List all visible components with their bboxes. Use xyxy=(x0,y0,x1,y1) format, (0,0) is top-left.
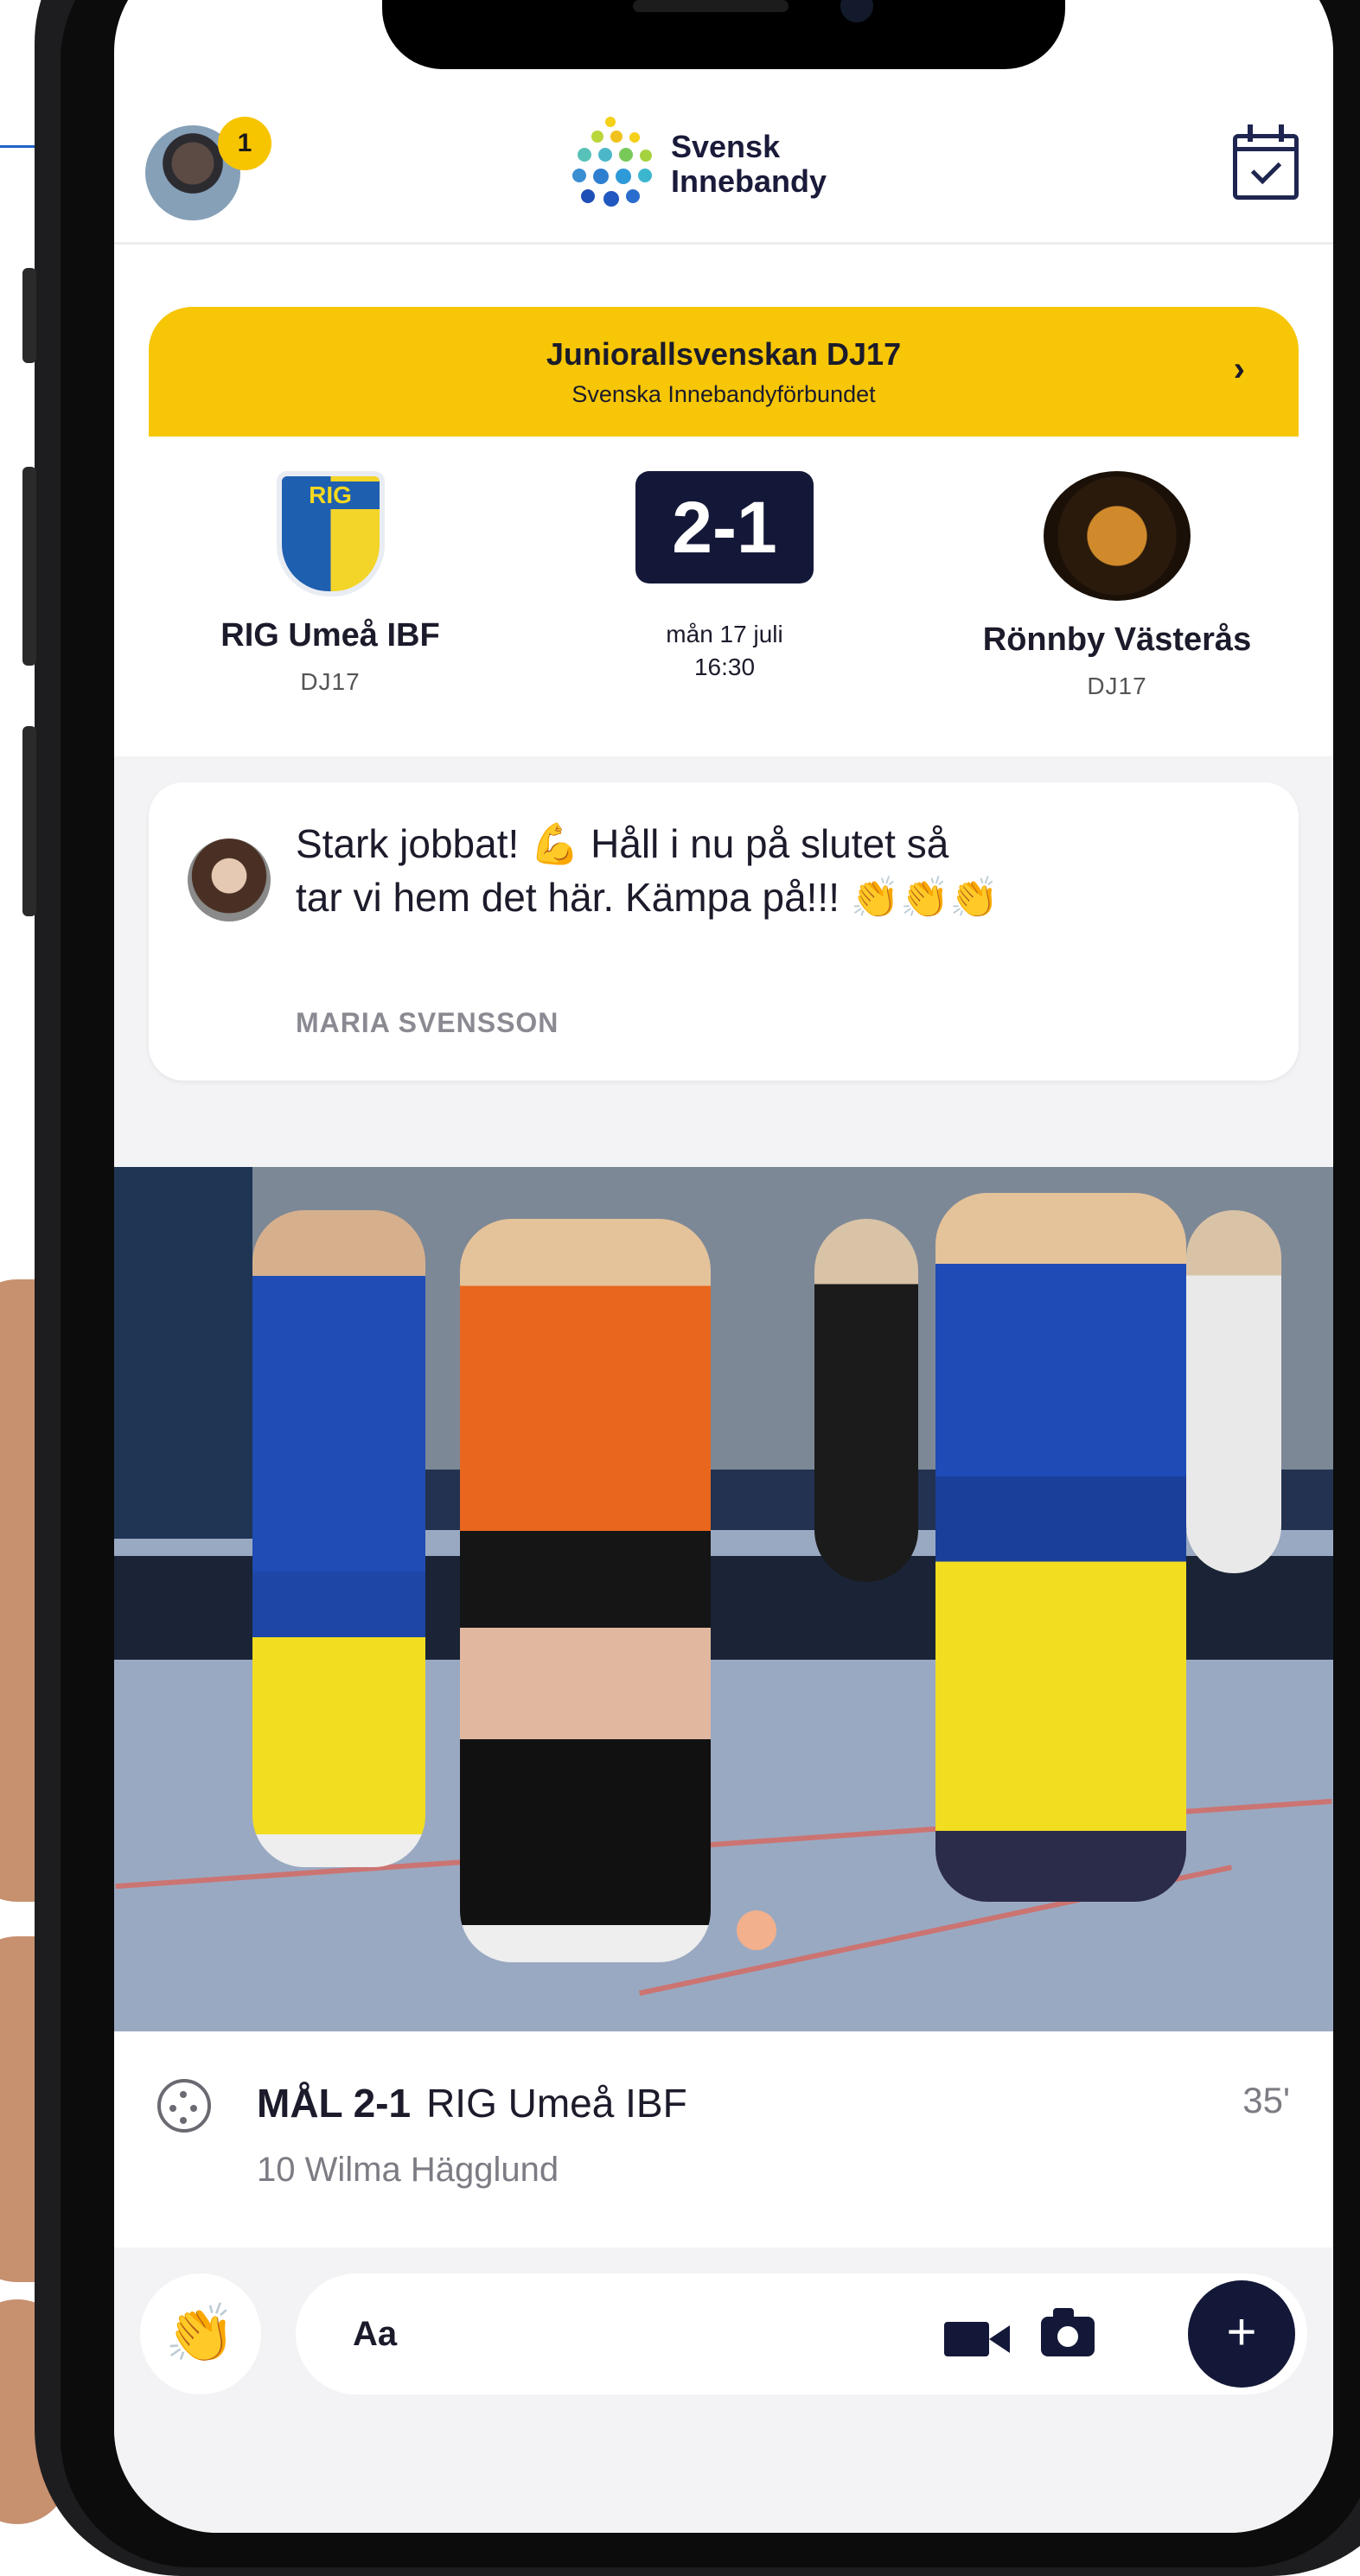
floorball-icon xyxy=(157,2079,211,2133)
match-photo[interactable] xyxy=(114,1167,1333,2031)
match-time: 16:30 xyxy=(693,654,756,680)
crest-text: RIG xyxy=(281,481,380,509)
photo-player-orange xyxy=(460,1219,711,1962)
message-bar: 👏 Aa + xyxy=(114,2248,1333,2533)
logo-text-line1: Svensk xyxy=(671,129,781,164)
camera-icon[interactable] xyxy=(1041,2308,1095,2356)
photo-wall xyxy=(114,1167,252,1539)
message-input[interactable]: Aa + xyxy=(296,2273,1307,2394)
home-team-division: DJ17 xyxy=(300,668,361,695)
message-placeholder: Aa xyxy=(353,2315,398,2353)
match-score: 2-1 xyxy=(635,471,814,583)
commenter-avatar[interactable] xyxy=(188,838,271,921)
app-screen: 1 Svensk Innebandy Juniorallsvenskan DJ1… xyxy=(114,0,1333,2533)
photo-player-blue xyxy=(252,1210,425,1867)
event-player: 10 Wilma Hägglund xyxy=(257,2151,559,2189)
away-team-name: Rönnby Västerås xyxy=(982,622,1252,658)
plus-icon[interactable]: + xyxy=(1188,2280,1295,2388)
calendar-check-icon[interactable] xyxy=(1233,124,1299,200)
away-team[interactable]: Rönnby Västerås DJ17 xyxy=(944,471,1290,700)
phone-side-button xyxy=(22,268,36,363)
league-title: Juniorallsvenskan DJ17 xyxy=(546,336,902,372)
phone-side-button xyxy=(22,467,36,666)
away-team-division: DJ17 xyxy=(1087,673,1147,699)
event-team: RIG Umeå IBF xyxy=(426,2081,687,2126)
photo-player-blue xyxy=(935,1193,1186,1902)
floorball-ball xyxy=(737,1910,776,1950)
phone-side-button xyxy=(22,726,36,916)
rig-umea-crest-icon: RIG xyxy=(276,471,385,596)
home-team-name: RIG Umeå IBF xyxy=(220,617,440,654)
match-date: mån 17 juli xyxy=(666,621,783,647)
league-banner[interactable]: Juniorallsvenskan DJ17 Svenska Innebandy… xyxy=(149,307,1299,437)
video-camera-icon[interactable] xyxy=(944,2322,1010,2356)
header-divider xyxy=(114,242,1333,245)
chevron-right-icon: › xyxy=(1233,350,1245,388)
event-type: MÅL 2-1 xyxy=(257,2081,412,2126)
comment-author: MARIA SVENSSON xyxy=(296,1007,559,1038)
logo-text-line2: Innebandy xyxy=(671,163,827,199)
notification-badge: 1 xyxy=(218,117,271,170)
app-header: 1 Svensk Innebandy xyxy=(114,0,1333,242)
comment-line-1: Stark jobbat! 💪 Håll i nu på slutet så xyxy=(296,821,949,866)
match-summary: RIG RIG Umeå IBF DJ17 2-1 mån 17 juli 16… xyxy=(114,437,1333,756)
league-subtitle: Svenska Innebandyförbundet xyxy=(571,381,876,407)
home-team[interactable]: RIG RIG Umeå IBF DJ17 xyxy=(157,471,503,696)
photo-spectator xyxy=(1186,1210,1281,1573)
comment-card[interactable]: Stark jobbat! 💪 Håll i nu på slutet så t… xyxy=(149,782,1299,1081)
comment-text: Stark jobbat! 💪 Håll i nu på slutet så t… xyxy=(296,817,1264,924)
goal-event[interactable]: MÅL 2-1 RIG Umeå IBF 10 Wilma Hägglund 35… xyxy=(114,2031,1333,2248)
logo-dots-icon xyxy=(572,117,655,212)
event-title: MÅL 2-1 RIG Umeå IBF xyxy=(257,2080,687,2126)
svensk-innebandy-logo: Svensk Innebandy xyxy=(572,117,827,212)
match-datetime: mån 17 juli 16:30 xyxy=(598,618,851,684)
ronnby-tiger-crest-icon xyxy=(1044,471,1191,601)
photo-spectator xyxy=(814,1219,918,1582)
comment-line-2: tar vi hem det här. Kämpa på!!! 👏👏👏 xyxy=(296,875,999,920)
event-minute: 35' xyxy=(1242,2080,1290,2120)
clap-button[interactable]: 👏 xyxy=(140,2273,261,2394)
